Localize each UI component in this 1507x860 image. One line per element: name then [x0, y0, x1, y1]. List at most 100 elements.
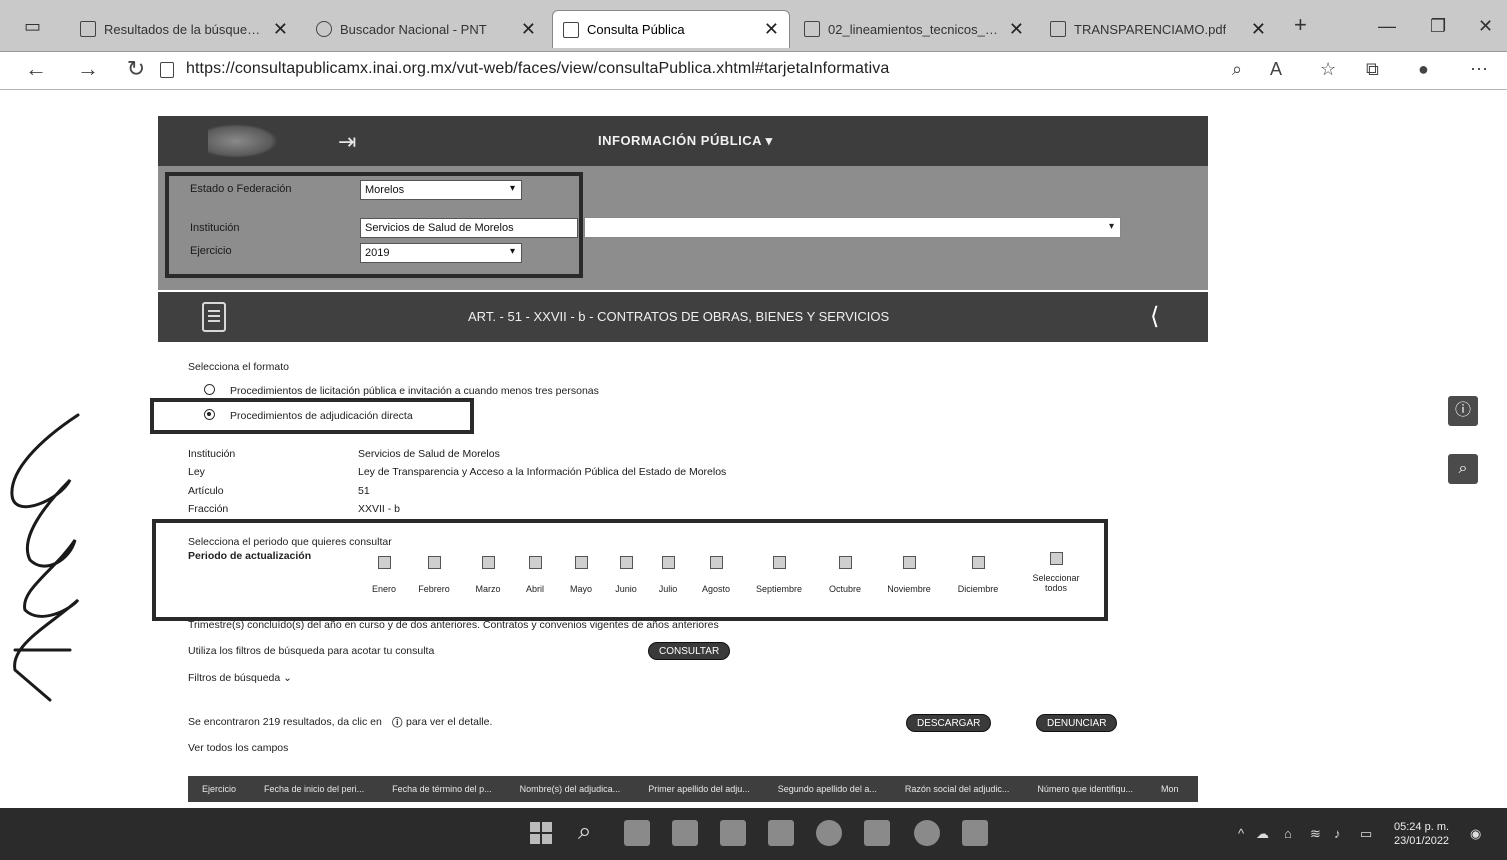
- edge-browser-icon[interactable]: [816, 820, 842, 846]
- zoom-icon[interactable]: ⌕: [1232, 59, 1242, 80]
- tab-transparencia-pdf[interactable]: TRANSPARENCIAMO.pdf ✕: [1040, 10, 1276, 48]
- checkbox[interactable]: [377, 556, 391, 569]
- chrome-browser-icon[interactable]: [914, 820, 940, 846]
- results-count-prefix: Se encontraron 219 resultados, da clic e…: [188, 716, 382, 728]
- checkbox[interactable]: [902, 556, 916, 569]
- close-icon[interactable]: ✕: [1241, 19, 1266, 40]
- favorites-icon[interactable]: ☆: [1320, 59, 1336, 80]
- column-header[interactable]: Número que identifiqu...: [1023, 784, 1147, 794]
- checkbox[interactable]: [574, 556, 588, 569]
- checkbox[interactable]: [661, 556, 675, 569]
- month-noviembre[interactable]: Noviembre: [874, 556, 944, 597]
- more-menu-icon[interactable]: ⋯: [1470, 59, 1488, 80]
- close-icon[interactable]: ✕: [754, 19, 779, 40]
- format-radio-licitacion[interactable]: [204, 384, 215, 395]
- read-aloud-icon[interactable]: A: [1270, 59, 1282, 80]
- checkbox[interactable]: [709, 556, 723, 569]
- share-icon[interactable]: ⟨: [1150, 302, 1159, 331]
- format-option-adjudicacion[interactable]: Procedimientos de adjudicación directa: [230, 410, 413, 422]
- network-icon[interactable]: ⌂: [1284, 826, 1292, 841]
- descargar-button[interactable]: DESCARGAR: [906, 714, 992, 732]
- file-explorer-icon[interactable]: [768, 820, 794, 846]
- close-icon[interactable]: ✕: [999, 19, 1024, 40]
- filtros-busqueda-toggle[interactable]: Filtros de búsqueda ⌄: [188, 672, 292, 684]
- format-radio-adjudicacion[interactable]: [204, 409, 215, 420]
- checkbox[interactable]: [619, 556, 633, 569]
- search-icon[interactable]: ⌕: [578, 818, 591, 846]
- tab-resultados[interactable]: Resultados de la búsqueda - ✕: [70, 10, 298, 48]
- institucion-select-extension[interactable]: ▾: [584, 217, 1121, 238]
- checkbox[interactable]: [971, 556, 985, 569]
- institucion-select[interactable]: Servicios de Salud de Morelos: [360, 218, 578, 238]
- keyboard-icon[interactable]: ▭: [1360, 826, 1372, 842]
- checkbox[interactable]: [772, 556, 786, 569]
- back-icon[interactable]: ←: [18, 56, 54, 82]
- app-icon[interactable]: [962, 820, 988, 846]
- column-header[interactable]: Razón social del adjudic...: [891, 784, 1024, 794]
- column-header[interactable]: Fecha de inicio del peri...: [250, 784, 378, 794]
- cloud-icon[interactable]: ☁: [1256, 826, 1269, 842]
- window-close-icon[interactable]: ✕: [1478, 16, 1493, 37]
- search-tool-icon[interactable]: ⌕: [1448, 454, 1478, 484]
- informacion-publica-menu[interactable]: INFORMACIÓN PÚBLICA ▾: [598, 133, 773, 149]
- close-icon[interactable]: ✕: [511, 19, 536, 40]
- tab-consulta-publica[interactable]: Consulta Pública ✕: [552, 10, 790, 48]
- ejercicio-select[interactable]: 2019 ▾: [360, 243, 522, 263]
- tab-actions-icon[interactable]: ▭: [24, 16, 41, 37]
- document-icon: [202, 302, 226, 332]
- task-view-icon[interactable]: [624, 820, 650, 846]
- close-icon[interactable]: ✕: [263, 19, 288, 40]
- tab-buscador[interactable]: Buscador Nacional - PNT ✕: [306, 10, 546, 48]
- select-all-months[interactable]: Seleccionar todos: [1021, 552, 1091, 593]
- results-table-header: Ejercicio Fecha de inicio del peri... Fe…: [188, 776, 1198, 802]
- minimize-icon[interactable]: —: [1378, 16, 1396, 37]
- profile-avatar[interactable]: ●: [1418, 59, 1429, 80]
- denunciar-button[interactable]: DENUNCIAR: [1036, 714, 1118, 732]
- info-value-institucion: Servicios de Salud de Morelos: [358, 448, 500, 460]
- address-bar: ← → ↻ https://consultapublicamx.inai.org…: [0, 52, 1507, 90]
- checkbox[interactable]: [481, 556, 495, 569]
- column-header[interactable]: Segundo apellido del a...: [764, 784, 891, 794]
- column-header[interactable]: Mon: [1147, 784, 1193, 794]
- portal-header: ⇥ INFORMACIÓN PÚBLICA ▾: [158, 116, 1208, 166]
- collections-icon[interactable]: ⧉: [1366, 59, 1379, 80]
- month-agosto[interactable]: Agosto: [681, 556, 751, 597]
- checkbox[interactable]: [528, 556, 542, 569]
- volume-icon[interactable]: ♪: [1334, 826, 1341, 841]
- excel-icon[interactable]: [864, 820, 890, 846]
- format-option-licitacion[interactable]: Procedimientos de licitación pública e i…: [230, 385, 599, 397]
- estado-label: Estado o Federación: [190, 183, 292, 195]
- tab-lineamientos[interactable]: 02_lineamientos_tecnicos_ge ✕: [794, 10, 1034, 48]
- wifi-icon[interactable]: ≋: [1310, 826, 1321, 842]
- month-septiembre[interactable]: Septiembre: [744, 556, 814, 597]
- forward-icon[interactable]: →: [70, 56, 106, 82]
- widgets-icon[interactable]: [672, 820, 698, 846]
- page-icon: [563, 21, 579, 38]
- info-value-articulo: 51: [358, 485, 370, 497]
- notifications-icon[interactable]: ◉: [1470, 826, 1481, 842]
- info-icon[interactable]: ⓘ: [1448, 396, 1478, 426]
- checkbox[interactable]: [427, 556, 441, 569]
- column-header[interactable]: Primer apellido del adju...: [634, 784, 764, 794]
- month-diciembre[interactable]: Diciembre: [943, 556, 1013, 597]
- reload-icon[interactable]: ↻: [118, 56, 154, 82]
- consultar-button[interactable]: CONSULTAR: [648, 642, 731, 660]
- column-header[interactable]: Ejercicio: [188, 784, 250, 794]
- chevron-up-icon[interactable]: ^: [1238, 826, 1244, 841]
- url-field[interactable]: https://consultapublicamx.inai.org.mx/vu…: [186, 60, 889, 78]
- checkbox[interactable]: [838, 556, 852, 569]
- teams-chat-icon[interactable]: [720, 820, 746, 846]
- checkbox[interactable]: [1049, 552, 1063, 565]
- estado-select[interactable]: Morelos ▾: [360, 180, 522, 200]
- maximize-icon[interactable]: ❐: [1430, 16, 1446, 37]
- ver-todos-campos-link[interactable]: Ver todos los campos: [188, 742, 288, 754]
- ejercicio-value: 2019: [365, 247, 390, 259]
- new-tab-icon[interactable]: +: [1294, 12, 1307, 38]
- handwritten-signature: [10, 413, 80, 702]
- column-header[interactable]: Fecha de término del p...: [378, 784, 506, 794]
- windows-start-icon[interactable]: [528, 820, 554, 846]
- system-clock[interactable]: 05:24 p. m. 23/01/2022: [1394, 820, 1449, 848]
- column-header[interactable]: Nombre(s) del adjudica...: [506, 784, 635, 794]
- login-icon[interactable]: ⇥: [338, 129, 356, 155]
- month-octubre[interactable]: Octubre: [810, 556, 880, 597]
